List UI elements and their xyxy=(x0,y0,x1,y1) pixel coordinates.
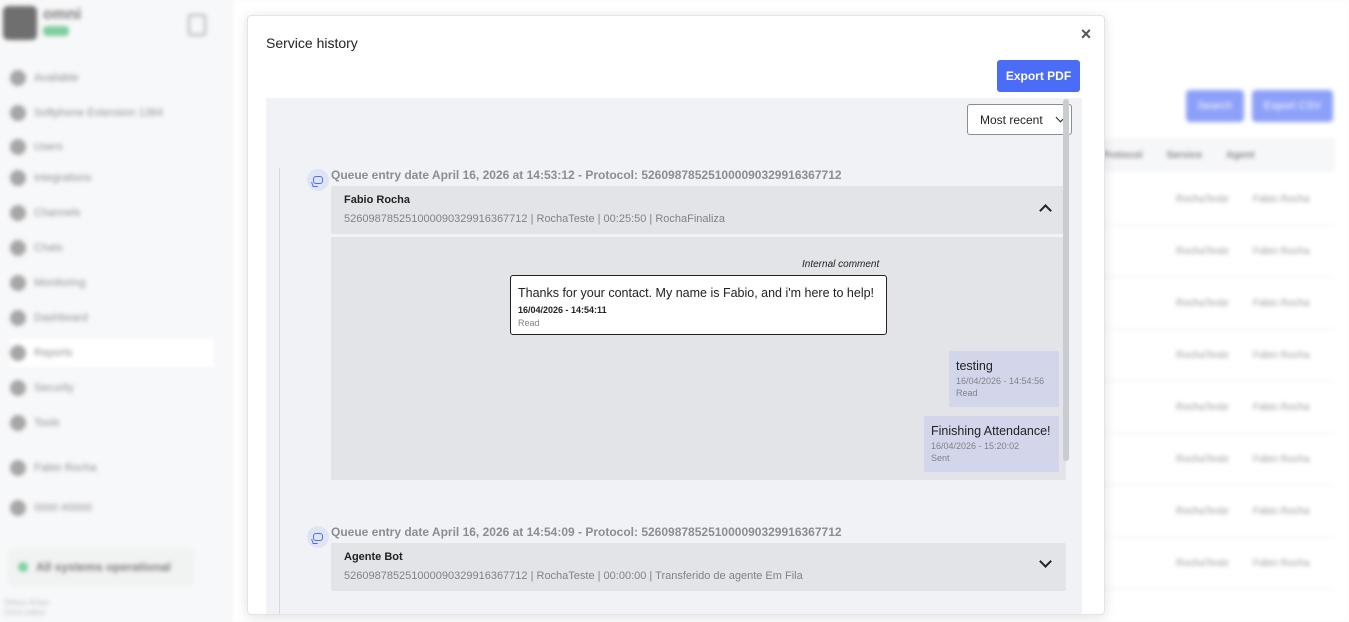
message-status: Read xyxy=(956,388,978,398)
history-panel: Most recent Queue entry date April 16, 2… xyxy=(266,98,1082,614)
internal-comment-label: Internal comment xyxy=(802,259,880,270)
message-time: 16/04/2026 - 15:20:02 xyxy=(931,441,1020,451)
scrollbar[interactable] xyxy=(1063,99,1069,461)
message-text: testing xyxy=(956,359,993,373)
timeline-line xyxy=(279,168,280,614)
message-text: Finishing Attendance! xyxy=(931,424,1051,438)
messages-area: Internal comment Thanks for your contact… xyxy=(331,237,1066,480)
message-bubble: testing 16/04/2026 - 14:54:56 Read xyxy=(949,351,1059,407)
comment-text: Thanks for your contact. My name is Fabi… xyxy=(518,286,875,300)
entry-info: 526098785251000090329916367712 | RochaTe… xyxy=(344,213,726,225)
chevron-up-icon[interactable] xyxy=(1039,204,1052,217)
close-icon[interactable]: × xyxy=(1078,25,1094,43)
message-bubble: Finishing Attendance! 16/04/2026 - 15:20… xyxy=(924,416,1059,472)
internal-comment: Thanks for your contact. My name is Fabi… xyxy=(510,275,887,335)
chevron-down-icon[interactable] xyxy=(1039,555,1052,568)
service-history-modal: Service history × Export PDF Most recent… xyxy=(247,15,1105,615)
comment-time: 16/04/2026 - 14:54:11 xyxy=(518,305,607,315)
sort-select-value: Most recent xyxy=(980,112,1043,127)
message-time: 16/04/2026 - 14:54:56 xyxy=(956,376,1045,386)
entry-info: 526098785251000090329916367712 | RochaTe… xyxy=(344,570,803,582)
message-status: Sent xyxy=(931,453,950,463)
chat-bubble-icon xyxy=(307,526,329,548)
comment-status: Read xyxy=(518,318,540,328)
modal-title: Service history xyxy=(266,35,358,51)
export-pdf-button[interactable]: Export PDF xyxy=(997,60,1080,92)
entry-header: Queue entry date April 16, 2026 at 14:54… xyxy=(331,525,842,539)
entry-name: Fabio Rocha xyxy=(344,194,411,206)
entry-header: Queue entry date April 16, 2026 at 14:53… xyxy=(331,168,842,182)
chat-bubble-icon xyxy=(307,169,329,191)
sort-select[interactable]: Most recent xyxy=(967,104,1072,135)
entry-name: Agente Bot xyxy=(344,551,403,563)
entry-card[interactable]: Fabio Rocha 5260987852510000903299163677… xyxy=(331,186,1066,234)
entry-card[interactable]: Agente Bot 52609878525100009032991636771… xyxy=(331,543,1066,591)
